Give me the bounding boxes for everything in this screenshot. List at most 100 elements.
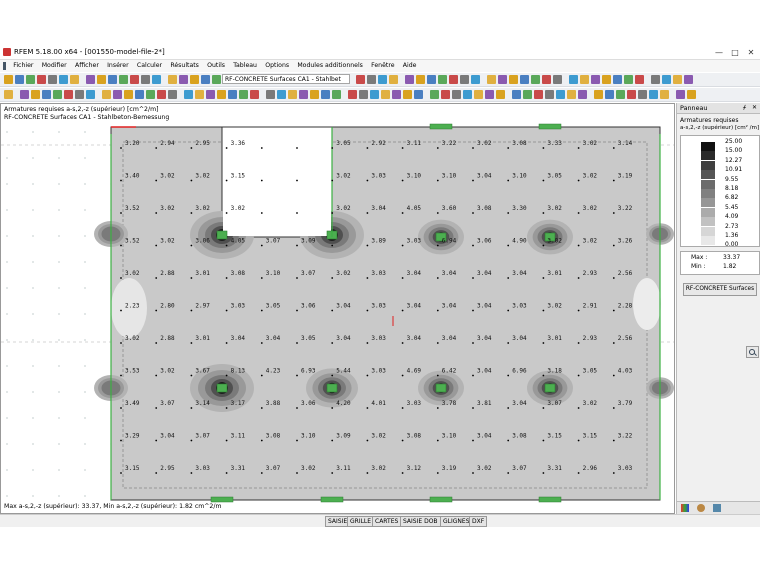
toolbar-icon-button[interactable] bbox=[460, 75, 469, 84]
toolbar-icon-button[interactable] bbox=[152, 75, 161, 84]
status-grille[interactable]: GRILLE bbox=[347, 516, 375, 527]
menu-aide[interactable]: Aide bbox=[403, 60, 417, 72]
filter-tab-icon[interactable] bbox=[713, 504, 721, 512]
toolbar-icon-button[interactable] bbox=[660, 90, 669, 99]
status-cartes[interactable]: CARTES bbox=[372, 516, 402, 527]
display-tab-icon[interactable] bbox=[697, 504, 705, 512]
toolbar-icon-button[interactable] bbox=[414, 90, 423, 99]
toolbar-icon-button[interactable] bbox=[53, 90, 62, 99]
toolbar-icon-button[interactable] bbox=[638, 90, 647, 99]
toolbar-icon-button[interactable] bbox=[206, 90, 215, 99]
toolbar-icon-button[interactable] bbox=[157, 90, 166, 99]
toolbar-icon-button[interactable] bbox=[367, 75, 376, 84]
toolbar-icon-button[interactable] bbox=[673, 75, 682, 84]
toolbar-icon-button[interactable] bbox=[616, 90, 625, 99]
toolbar-icon-button[interactable] bbox=[512, 90, 521, 99]
toolbar-icon-button[interactable] bbox=[463, 90, 472, 99]
toolbar-icon-button[interactable] bbox=[624, 75, 633, 84]
toolbar-icon-button[interactable] bbox=[403, 90, 412, 99]
toolbar-icon-button[interactable] bbox=[228, 90, 237, 99]
menu-outils[interactable]: Outils bbox=[207, 60, 225, 72]
toolbar-icon-button[interactable] bbox=[471, 75, 480, 84]
toolbar-icon-button[interactable] bbox=[531, 75, 540, 84]
toolbar-icon-button[interactable] bbox=[299, 90, 308, 99]
toolbar-icon-button[interactable] bbox=[119, 75, 128, 84]
toolbar-icon-button[interactable] bbox=[195, 90, 204, 99]
toolbar-icon-button[interactable] bbox=[356, 75, 365, 84]
toolbar-icon-button[interactable] bbox=[594, 90, 603, 99]
toolbar-icon-button[interactable] bbox=[430, 90, 439, 99]
menu-afficher[interactable]: Afficher bbox=[75, 60, 99, 72]
toolbar-icon-button[interactable] bbox=[545, 90, 554, 99]
toolbar-icon-button[interactable] bbox=[277, 90, 286, 99]
toolbar-icon-button[interactable] bbox=[190, 75, 199, 84]
toolbar-icon-button[interactable] bbox=[97, 75, 106, 84]
maximize-button[interactable]: □ bbox=[728, 47, 742, 58]
toolbar-icon-button[interactable] bbox=[438, 75, 447, 84]
toolbar-icon-button[interactable] bbox=[651, 75, 660, 84]
status-dxf[interactable]: DXF bbox=[469, 516, 488, 527]
toolbar-icon-button[interactable] bbox=[523, 90, 532, 99]
toolbar-icon-button[interactable] bbox=[487, 75, 496, 84]
toolbar-icon-button[interactable] bbox=[553, 75, 562, 84]
toolbar-icon-button[interactable] bbox=[389, 75, 398, 84]
toolbar-icon-button[interactable] bbox=[37, 75, 46, 84]
toolbar-icon-button[interactable] bbox=[405, 75, 414, 84]
toolbar-icon-button[interactable] bbox=[649, 90, 658, 99]
toolbar-icon-button[interactable] bbox=[141, 75, 150, 84]
toolbar-icon-button[interactable] bbox=[580, 75, 589, 84]
menu-modifier[interactable]: Modifier bbox=[42, 60, 67, 72]
toolbar-icon-button[interactable] bbox=[684, 75, 693, 84]
toolbar-icon-button[interactable] bbox=[427, 75, 436, 84]
toolbar-icon-button[interactable] bbox=[392, 90, 401, 99]
toolbar-icon-button[interactable] bbox=[20, 90, 29, 99]
menu-resultats[interactable]: Résultats bbox=[170, 60, 199, 72]
toolbar-icon-button[interactable] bbox=[310, 90, 319, 99]
panel-pin-icon[interactable]: ᚋ bbox=[743, 104, 746, 111]
status-saisie-dob[interactable]: SAISIE DOB bbox=[400, 516, 441, 527]
toolbar-icon-button[interactable] bbox=[4, 75, 13, 84]
minimize-button[interactable]: — bbox=[712, 47, 726, 58]
toolbar-icon-button[interactable] bbox=[217, 90, 226, 99]
toolbar-icon-button[interactable] bbox=[556, 90, 565, 99]
toolbar-icon-button[interactable] bbox=[146, 90, 155, 99]
menu-calculer[interactable]: Calculer bbox=[137, 60, 162, 72]
toolbar-icon-button[interactable] bbox=[212, 75, 221, 84]
toolbar-icon-button[interactable] bbox=[184, 90, 193, 99]
toolbar-icon-button[interactable] bbox=[70, 75, 79, 84]
zoom-icon[interactable] bbox=[746, 346, 759, 358]
toolbar-icon-button[interactable] bbox=[569, 75, 578, 84]
colors-tab-icon[interactable] bbox=[681, 504, 689, 512]
toolbar-icon-button[interactable] bbox=[542, 75, 551, 84]
toolbar-icon-button[interactable] bbox=[474, 90, 483, 99]
toolbar-icon-button[interactable] bbox=[441, 90, 450, 99]
toolbar-icon-button[interactable] bbox=[378, 75, 387, 84]
menu-inserer[interactable]: Insérer bbox=[107, 60, 129, 72]
toolbar-icon-button[interactable] bbox=[662, 75, 671, 84]
toolbar-icon-button[interactable] bbox=[591, 75, 600, 84]
toolbar-icon-button[interactable] bbox=[64, 90, 73, 99]
toolbar-icon-button[interactable] bbox=[42, 90, 51, 99]
toolbar-icon-button[interactable] bbox=[239, 90, 248, 99]
module-selector[interactable]: RF-CONCRETE Surfaces CA1 - Stahlbet bbox=[222, 74, 350, 84]
toolbar-icon-button[interactable] bbox=[348, 90, 357, 99]
toolbar-icon-button[interactable] bbox=[108, 75, 117, 84]
menu-tableau[interactable]: Tableau bbox=[233, 60, 257, 72]
toolbar-icon-button[interactable] bbox=[86, 75, 95, 84]
menu-options[interactable]: Options bbox=[265, 60, 289, 72]
toolbar-icon-button[interactable] bbox=[59, 75, 68, 84]
toolbar-icon-button[interactable] bbox=[130, 75, 139, 84]
toolbar-icon-button[interactable] bbox=[201, 75, 210, 84]
toolbar-icon-button[interactable] bbox=[288, 90, 297, 99]
toolbar-icon-button[interactable] bbox=[266, 90, 275, 99]
surface-result-plot[interactable]: 3.20 2.94 2.95 3.36 3.05 2.92 3.11 3.22 3.02 3.08… bbox=[1, 104, 674, 513]
toolbar-icon-button[interactable] bbox=[534, 90, 543, 99]
toolbar-icon-button[interactable] bbox=[4, 90, 13, 99]
toolbar-icon-button[interactable] bbox=[381, 90, 390, 99]
toolbar-icon-button[interactable] bbox=[250, 90, 259, 99]
toolbar-icon-button[interactable] bbox=[168, 75, 177, 84]
rf-concrete-surfaces-button[interactable]: RF-CONCRETE Surfaces bbox=[683, 283, 757, 296]
toolbar-icon-button[interactable] bbox=[613, 75, 622, 84]
toolbar-icon-button[interactable] bbox=[602, 75, 611, 84]
toolbar-icon-button[interactable] bbox=[498, 75, 507, 84]
